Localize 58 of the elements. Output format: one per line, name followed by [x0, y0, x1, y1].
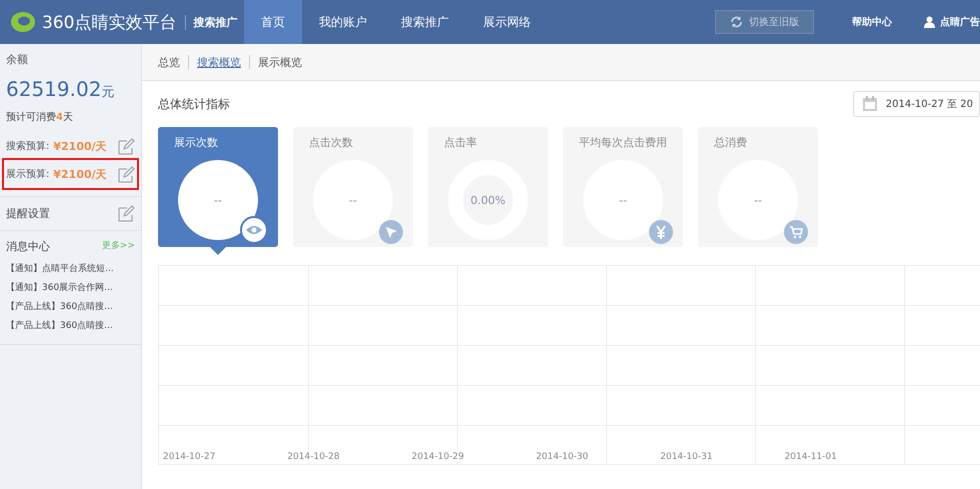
- balance-amount: 62519.02元: [6, 77, 116, 101]
- x-axis-label: 2014-10-28: [287, 452, 340, 462]
- user-menu[interactable]: 点睛广告: [924, 15, 980, 29]
- metric-value: --: [754, 194, 762, 206]
- metric-card[interactable]: 平均每次点击费用 --: [563, 127, 683, 247]
- x-axis-label: 2014-10-27: [163, 452, 216, 462]
- nav-tab[interactable]: 展示网络: [466, 0, 548, 44]
- budget-label: 搜索预算:: [6, 140, 50, 153]
- metric-value: --: [349, 194, 357, 206]
- refresh-icon: [730, 16, 743, 28]
- metric-label: 展示次数: [173, 135, 219, 150]
- reminder-settings-label: 提醒设置: [6, 206, 50, 221]
- message-item[interactable]: 【产品上线】360点睛搜...: [6, 298, 135, 317]
- x-axis-label: 2014-10-29: [412, 452, 464, 462]
- metric-card[interactable]: 总消费 --: [698, 127, 818, 247]
- metric-value: --: [619, 194, 627, 206]
- metric-label: 点击次数: [308, 135, 354, 150]
- switch-version-button[interactable]: 切换至旧版: [715, 10, 814, 34]
- edit-icon[interactable]: [118, 166, 135, 182]
- metric-label: 平均每次点击费用: [578, 135, 668, 150]
- x-axis-label: 2014-10-31: [660, 452, 713, 462]
- yen-icon: [649, 220, 673, 244]
- budget-value: ¥2100/天: [53, 138, 107, 154]
- logo-icon: [10, 11, 36, 33]
- help-link[interactable]: 帮助中心: [852, 15, 892, 29]
- metric-label: 点击率: [443, 135, 478, 150]
- cursor-icon: [379, 220, 403, 244]
- message-item[interactable]: 【通知】点睛平台系统短...: [6, 260, 135, 279]
- message-center-title: 消息中心: [6, 239, 50, 254]
- nav-tab[interactable]: 搜索推广: [384, 0, 466, 44]
- metric-value: --: [214, 194, 222, 206]
- calendar-icon: [862, 96, 878, 112]
- x-axis-label: 2014-10-30: [536, 452, 588, 462]
- metric-label: 总消费: [713, 135, 748, 150]
- eye-icon: [240, 216, 268, 244]
- nav-tab[interactable]: 我的账户: [302, 0, 384, 44]
- metric-card[interactable]: 点击次数 --: [293, 127, 413, 247]
- edit-icon[interactable]: [118, 138, 135, 154]
- date-range-picker[interactable]: 2014-10-27 至 20: [852, 91, 980, 117]
- balance-label: 余额: [6, 52, 29, 67]
- metric-value: 0.00%: [470, 194, 506, 206]
- message-item[interactable]: 【通知】360展示合作网...: [6, 279, 135, 298]
- sub-tab[interactable]: 展示概览: [258, 54, 302, 70]
- platform-name: 360点睛实效平台: [42, 12, 176, 34]
- message-item[interactable]: 【产品上线】360点睛搜...: [6, 317, 135, 336]
- budget-value: ¥2100/天: [53, 166, 107, 182]
- x-axis-label: 2014-11-01: [784, 452, 837, 462]
- section-title: 总体统计指标: [158, 96, 230, 112]
- user-icon: [924, 16, 935, 28]
- product-name: 搜索推广: [185, 14, 238, 30]
- sub-tab[interactable]: 搜索概览: [197, 54, 241, 70]
- metric-card[interactable]: 点击率 0.00%: [428, 127, 548, 247]
- estimate-text: 预计可消费4天: [6, 110, 74, 124]
- budget-label: 展示预算:: [6, 168, 50, 181]
- sub-tab[interactable]: 总览: [158, 54, 180, 70]
- cart-icon: [784, 220, 808, 244]
- edit-icon[interactable]: [118, 205, 135, 222]
- nav-tab[interactable]: 首页: [244, 0, 302, 44]
